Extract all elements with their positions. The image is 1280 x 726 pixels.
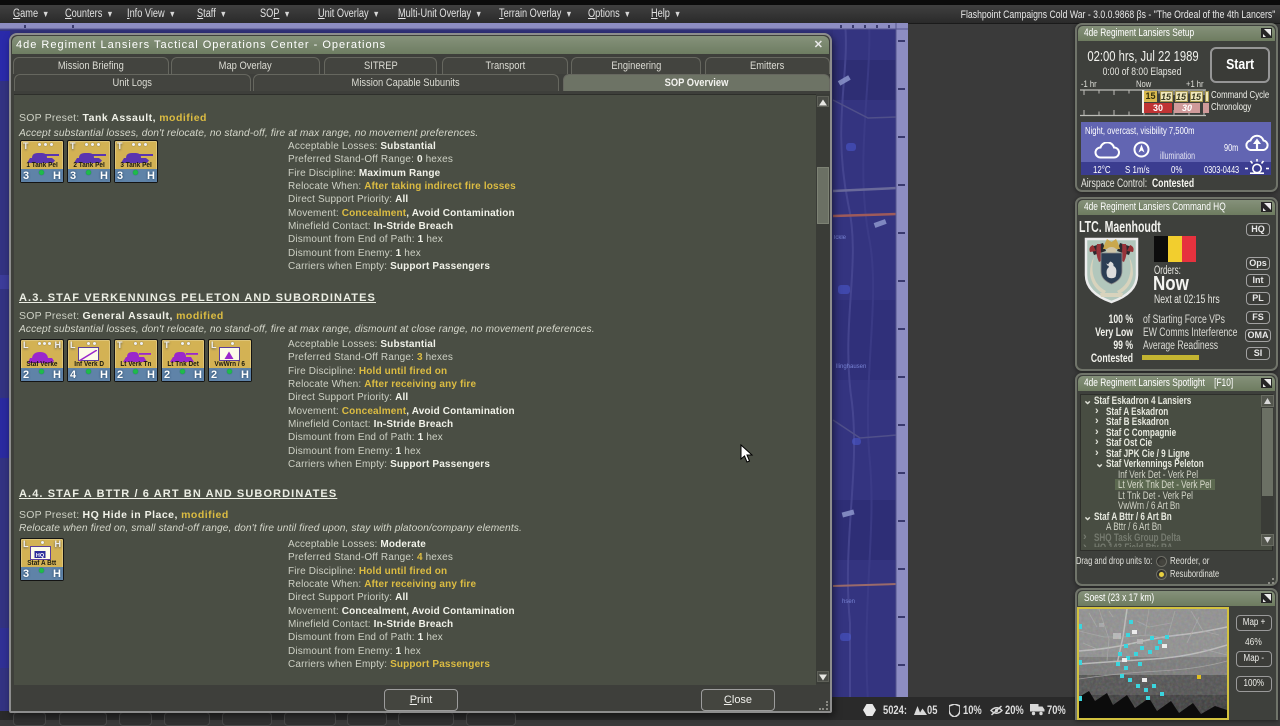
- svg-text:llinghausen: llinghausen: [836, 364, 866, 370]
- svg-text:lckle: lckle: [834, 235, 847, 241]
- svg-text:hsen: hsen: [842, 599, 855, 605]
- svg-text:HQ: HQ: [36, 553, 45, 559]
